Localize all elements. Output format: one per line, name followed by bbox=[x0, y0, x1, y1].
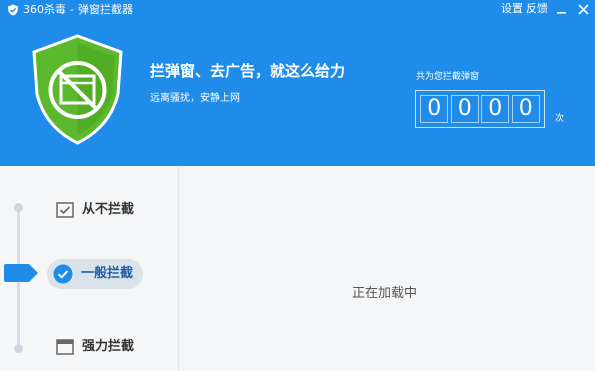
mode-normal-block[interactable]: 一般拦截 bbox=[47, 259, 144, 289]
mode-label: 从不拦截 bbox=[82, 202, 135, 217]
blocked-counter: 0 0 0 0 bbox=[415, 90, 545, 128]
loading-status: 正在加载中 bbox=[352, 286, 418, 301]
window-title: 360杀毒 - 弹窗拦截器 bbox=[23, 4, 133, 16]
check-circle-icon bbox=[53, 264, 73, 284]
counter-caption: 共为您拦截弹窗 bbox=[416, 72, 480, 82]
feedback-link[interactable]: 反馈 bbox=[526, 3, 548, 15]
tool-name: 弹窗拦截器 bbox=[77, 3, 133, 16]
counter-digit: 0 bbox=[450, 95, 479, 123]
title-separator: - bbox=[70, 3, 74, 16]
title-bar: 360杀毒 - 弹窗拦截器 设置 反馈 bbox=[0, 0, 595, 20]
app-name: 360杀毒 bbox=[23, 3, 66, 16]
counter-digit: 0 bbox=[481, 95, 510, 123]
subline: 远离骚扰，安静上网 bbox=[150, 93, 240, 104]
slider-stop[interactable] bbox=[14, 344, 23, 353]
minimize-icon[interactable] bbox=[556, 4, 567, 15]
counter-digit: 0 bbox=[420, 95, 449, 123]
mode-label: 一般拦截 bbox=[81, 266, 134, 281]
checklist-icon bbox=[56, 202, 74, 218]
counter-digit: 0 bbox=[511, 95, 540, 123]
360-logo-icon bbox=[8, 4, 18, 16]
settings-link[interactable]: 设置 bbox=[501, 3, 523, 15]
popup-blocker-window: 360杀毒 - 弹窗拦截器 设置 反馈 拦弹窗、去广告，就这么给力 远离骚扰，安静上… bbox=[0, 0, 595, 371]
panel-divider bbox=[178, 166, 179, 371]
slider-stop[interactable] bbox=[14, 203, 23, 212]
window-icon bbox=[56, 339, 74, 355]
mode-strong-block[interactable]: 强力拦截 bbox=[56, 339, 134, 355]
header-banner: 360杀毒 - 弹窗拦截器 设置 反馈 拦弹窗、去广告，就这么给力 远离骚扰，安静上… bbox=[0, 0, 595, 166]
mode-never-block[interactable]: 从不拦截 bbox=[56, 202, 134, 218]
slider-handle[interactable] bbox=[2, 264, 38, 282]
headline: 拦弹窗、去广告，就这么给力 bbox=[150, 62, 346, 80]
mode-label: 强力拦截 bbox=[82, 339, 135, 354]
shield-icon bbox=[32, 34, 123, 145]
close-icon[interactable] bbox=[577, 3, 590, 16]
counter-unit: 次 bbox=[555, 114, 565, 124]
